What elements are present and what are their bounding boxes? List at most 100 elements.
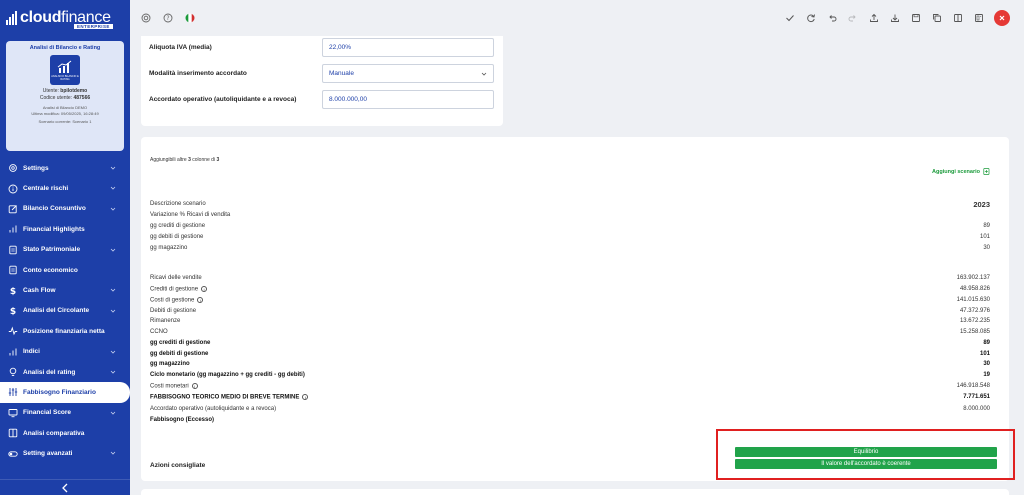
redo-icon[interactable]: [847, 12, 859, 24]
card-title: Analisi di Bilancio e Rating: [29, 45, 101, 51]
check-icon[interactable]: [784, 12, 796, 24]
close-button[interactable]: [994, 10, 1010, 26]
sidebar-item-financial-highlights[interactable]: Financial Highlights: [0, 219, 130, 239]
info-icon[interactable]: i: [302, 393, 309, 400]
row-label: Accordato operativo (autoliquidante e a …: [150, 406, 277, 412]
sidebar-item-label: Analisi comparativa: [23, 429, 85, 437]
azioni-label: Azioni consigliate: [150, 462, 206, 469]
accordato-label: Accordato operativo (autoliquidante e a …: [149, 96, 297, 103]
sidebar-item-indici[interactable]: Indici: [0, 342, 130, 362]
app-logo[interactable]: cloudfinance ENTERPRISE: [0, 0, 130, 36]
chevron-down-icon: [110, 206, 116, 214]
help-icon[interactable]: ?: [162, 12, 174, 24]
upload-icon[interactable]: [868, 12, 880, 24]
row-value: 15.258.085: [959, 329, 990, 335]
italian-flag-icon[interactable]: [184, 12, 196, 24]
edit-icon: [8, 204, 18, 214]
chevron-down-icon: [110, 247, 116, 255]
row-value: 8.000.000: [963, 406, 990, 412]
sidebar-item-analisi-comparativa[interactable]: Analisi comparativa: [0, 423, 130, 443]
analysis-chart-icon: ANALISI DI BILANCIO E RATING: [50, 55, 80, 85]
sidebar-item-label: Financial Score: [23, 409, 72, 417]
row-label: Descrizione scenario: [150, 201, 206, 207]
layout-icon[interactable]: [973, 12, 985, 24]
support-icon[interactable]: [140, 12, 152, 24]
top-bar: ?: [130, 0, 1024, 36]
sidebar-item-centrale-rischi[interactable]: Centrale rischi: [0, 178, 130, 198]
columns-note: Aggiungibili altre 3 colonne di 3: [150, 157, 219, 163]
sidebar-item-bilancio-consuntivo[interactable]: Bilancio Consuntivo: [0, 199, 130, 219]
sidebar-item-label: Settings: [23, 164, 49, 172]
iva-row: Aliquota IVA (media) 22,00%: [149, 38, 495, 57]
table-row: Variazione % Ricavi di vendita: [150, 210, 990, 220]
svg-text:$: $: [10, 287, 16, 296]
row-value: 7.771.651: [963, 394, 990, 400]
sidebar-item-analisi-del-rating[interactable]: Analisi del rating: [0, 362, 130, 382]
info-icon[interactable]: i: [191, 382, 198, 389]
last-modified: Ultima modifica: 09/05/2025, 16:28:49: [31, 111, 99, 116]
document-icon: [8, 245, 18, 255]
row-value: 30: [983, 361, 990, 367]
sidebar-item-fabbisogno-finanziario[interactable]: Fabbisogno Finanziario: [0, 382, 130, 403]
chevron-down-icon: [110, 287, 116, 295]
sidebar-item-analisi-del-circolante[interactable]: $ Analisi del Circolante: [0, 301, 130, 321]
table-row: gg crediti di gestione 89: [150, 221, 990, 231]
chevron-down-icon: [110, 450, 116, 458]
save-icon[interactable]: [910, 12, 922, 24]
sidebar-item-stato-patrimoniale[interactable]: Stato Patrimoniale: [0, 240, 130, 260]
info-icon[interactable]: i: [201, 285, 208, 292]
table-row: gg magazzino 30: [150, 243, 990, 253]
row-value: 89: [983, 340, 990, 346]
iva-label: Aliquota IVA (media): [149, 44, 212, 51]
row-value: 48.958.826: [959, 286, 990, 292]
sidebar-menu: Settings Centrale rischi Bilancio Consunti…: [0, 158, 130, 464]
table-row: Ciclo monetario (gg magazzino + gg credi…: [150, 370, 990, 380]
collapse-sidebar-button[interactable]: [0, 479, 130, 495]
info-circle-icon: [8, 184, 18, 194]
add-scenario-button[interactable]: Aggiungi scenario: [932, 168, 990, 175]
sidebar-item-cash-flow[interactable]: $ Cash Flow: [0, 280, 130, 300]
info-icon[interactable]: i: [197, 296, 204, 303]
sidebar-item-label: Analisi del Circolante: [23, 307, 90, 315]
sidebar-item-setting-avanzati[interactable]: Setting avanzati: [0, 443, 130, 463]
code-value: 487566: [73, 95, 91, 101]
note-prefix: Aggiungibili altre: [150, 157, 187, 163]
sidebar-item-settings[interactable]: Settings: [0, 158, 130, 178]
refresh-icon[interactable]: [805, 12, 817, 24]
row-label: gg debiti di gestione: [150, 234, 204, 240]
dollar-icon: $: [8, 306, 18, 316]
code-label: Codice utente:: [39, 95, 73, 101]
sidebar-item-label: Setting avanzati: [23, 450, 73, 458]
highlight-annotation: [716, 429, 1015, 480]
split-view-icon[interactable]: [952, 12, 964, 24]
table-row: gg crediti di gestione 89: [150, 338, 990, 348]
sidebar-item-label: Bilancio Consuntivo: [23, 205, 86, 213]
dollar-icon: $: [8, 286, 18, 296]
mode-select[interactable]: Manuale: [322, 64, 494, 83]
row-label: gg magazzino: [150, 245, 188, 251]
sidebar-item-label: Financial Highlights: [23, 225, 85, 233]
mode-label: Modalità inserimento accordato: [149, 70, 247, 77]
note-count: 3: [188, 157, 191, 163]
copy-icon[interactable]: [931, 12, 943, 24]
row-value: 101: [979, 351, 990, 357]
sidebar-item-label: Fabbisogno Finanziario: [23, 388, 96, 396]
row-label: gg crediti di gestione: [150, 340, 211, 346]
chevron-down-icon: [110, 349, 116, 357]
accordato-input[interactable]: 8.000.000,00: [322, 90, 494, 109]
chevron-down-icon: [110, 410, 116, 418]
note-mid: colonne di: [192, 157, 216, 163]
undo-icon[interactable]: [826, 12, 838, 24]
sidebar-item-posizione-finanziaria-netta[interactable]: Posizione finanziaria netta: [0, 321, 130, 341]
sidebar-item-label: Centrale rischi: [23, 185, 69, 193]
chevron-down-icon: [110, 165, 116, 173]
row-label: gg magazzino: [150, 361, 190, 367]
sidebar-item-conto-economico[interactable]: Conto economico: [0, 260, 130, 280]
lightbulb-icon: [8, 367, 18, 377]
download-icon[interactable]: [889, 12, 901, 24]
sidebar-item-financial-score[interactable]: Financial Score: [0, 403, 130, 423]
iva-input[interactable]: 22,00%: [322, 38, 494, 57]
svg-text:$: $: [10, 307, 16, 316]
row-label: Crediti di gestione: [150, 286, 199, 293]
table-row: Fabbisogno (Eccesso): [150, 415, 990, 425]
